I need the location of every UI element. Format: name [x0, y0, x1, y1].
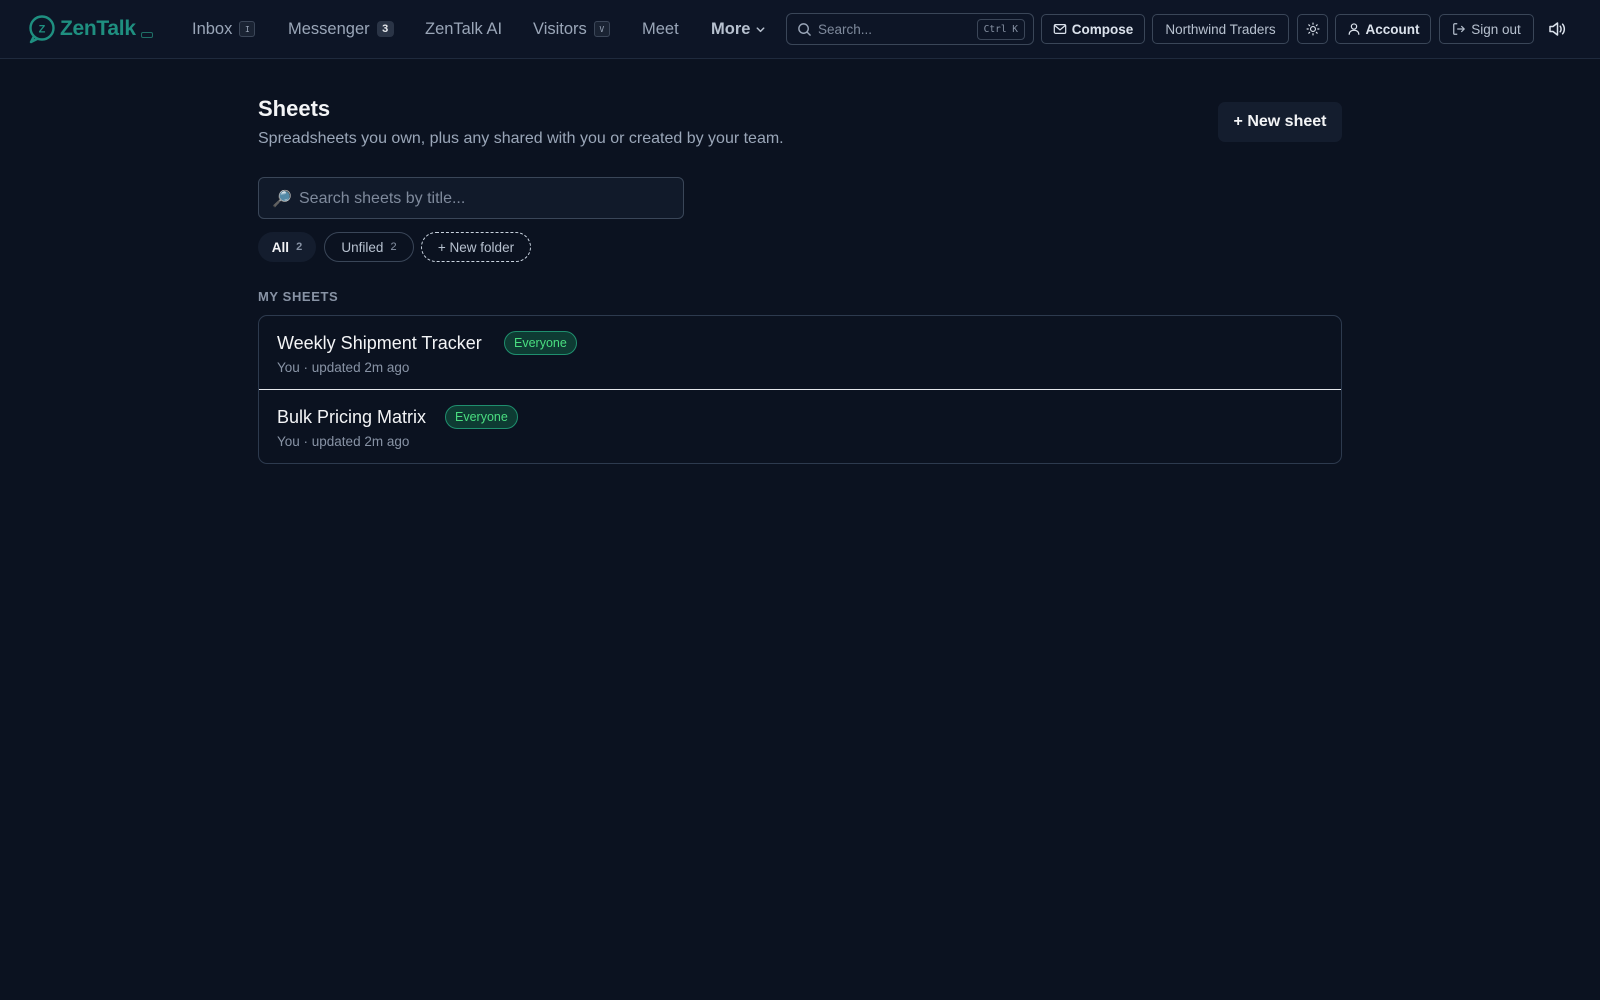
- nav-messenger-label: Messenger: [288, 19, 370, 38]
- compose-label: Compose: [1071, 21, 1134, 37]
- nav-visitors[interactable]: Visitors V: [533, 18, 610, 40]
- nav-inbox[interactable]: Inbox I: [192, 18, 256, 40]
- chevron-down-icon: [756, 26, 765, 32]
- sheet-row[interactable]: Weekly Shipment Tracker Everyone You · u…: [259, 316, 1341, 390]
- search-icon: [798, 23, 811, 36]
- sound-toggle-button[interactable]: [1545, 17, 1569, 41]
- svg-text:Z: Z: [39, 24, 46, 36]
- search-shortcut-hint: Ctrl K: [976, 19, 1025, 40]
- sun-icon: [1305, 22, 1320, 36]
- nav-zentalk-ai-label: ZenTalk AI: [425, 19, 503, 38]
- filter-all-count: 2: [296, 241, 303, 253]
- sheet-search-input[interactable]: [299, 188, 669, 210]
- nav-meet[interactable]: Meet: [642, 18, 679, 40]
- sheet-title[interactable]: Bulk Pricing Matrix: [277, 407, 426, 428]
- sign-out-button[interactable]: Sign out: [1439, 14, 1534, 44]
- sheet-title[interactable]: Weekly Shipment Tracker: [277, 333, 482, 354]
- new-sheet-button[interactable]: + New sheet: [1218, 102, 1342, 142]
- nav-more-label: More: [711, 19, 751, 38]
- compose-button[interactable]: Compose: [1041, 14, 1145, 44]
- sheet-meta: You · updated 2m ago: [277, 360, 410, 375]
- sheet-meta: You · updated 2m ago: [277, 434, 410, 449]
- sheet-list: Weekly Shipment Tracker Everyone You · u…: [258, 315, 1342, 464]
- global-search[interactable]: Ctrl K: [786, 13, 1034, 45]
- messenger-unread-count: 3: [376, 21, 394, 37]
- nav-meet-label: Meet: [642, 19, 679, 38]
- top-navigation-bar: Z ZenTalk Inbox I Messenger 3 ZenTalk AI…: [0, 0, 1600, 59]
- page-subtitle: Spreadsheets you own, plus any shared wi…: [258, 130, 784, 147]
- nav-more-dropdown[interactable]: More: [711, 18, 766, 40]
- logo-tag: [140, 32, 153, 38]
- logo-wordmark: ZenTalk: [60, 17, 136, 40]
- nav-inbox-label: Inbox: [192, 19, 233, 38]
- mail-icon: [1053, 24, 1067, 34]
- filter-unfiled-count: 2: [390, 241, 397, 253]
- page-title: Sheets: [258, 96, 331, 121]
- visibility-badge: Everyone: [504, 331, 577, 355]
- filter-chip-unfiled[interactable]: Unfiled 2: [324, 232, 414, 262]
- account-button[interactable]: Account: [1335, 14, 1431, 44]
- nav-visitors-label: Visitors: [533, 19, 587, 38]
- filter-all-label: All: [271, 239, 290, 255]
- new-folder-button[interactable]: + New folder: [421, 232, 531, 262]
- sign-out-label: Sign out: [1471, 21, 1521, 37]
- account-label: Account: [1365, 21, 1420, 37]
- organization-name: Northwind Traders: [1165, 21, 1276, 37]
- chat-bubble-logo-icon: Z: [29, 15, 55, 44]
- zentalk-logo[interactable]: Z ZenTalk: [28, 14, 153, 44]
- global-search-input[interactable]: [818, 19, 968, 39]
- theme-toggle-button[interactable]: [1297, 14, 1328, 44]
- section-heading-my-sheets: MY SHEETS: [258, 289, 339, 304]
- sheet-search[interactable]: 🔎: [258, 177, 684, 219]
- magnifying-glass-icon: 🔎: [272, 191, 292, 208]
- filter-chip-all[interactable]: All 2: [258, 232, 316, 262]
- sheet-row[interactable]: Bulk Pricing Matrix Everyone You · updat…: [259, 390, 1341, 463]
- log-out-icon: [1453, 23, 1466, 35]
- speaker-icon: [1549, 22, 1566, 36]
- nav-zentalk-ai[interactable]: ZenTalk AI: [425, 18, 502, 40]
- organization-switcher[interactable]: Northwind Traders: [1152, 14, 1289, 44]
- nav-inbox-shortcut: I: [239, 21, 256, 37]
- nav-visitors-shortcut: V: [593, 21, 610, 37]
- nav-messenger[interactable]: Messenger 3: [288, 18, 394, 40]
- user-icon: [1348, 23, 1359, 35]
- visibility-badge: Everyone: [445, 405, 518, 429]
- filter-unfiled-label: Unfiled: [341, 239, 384, 255]
